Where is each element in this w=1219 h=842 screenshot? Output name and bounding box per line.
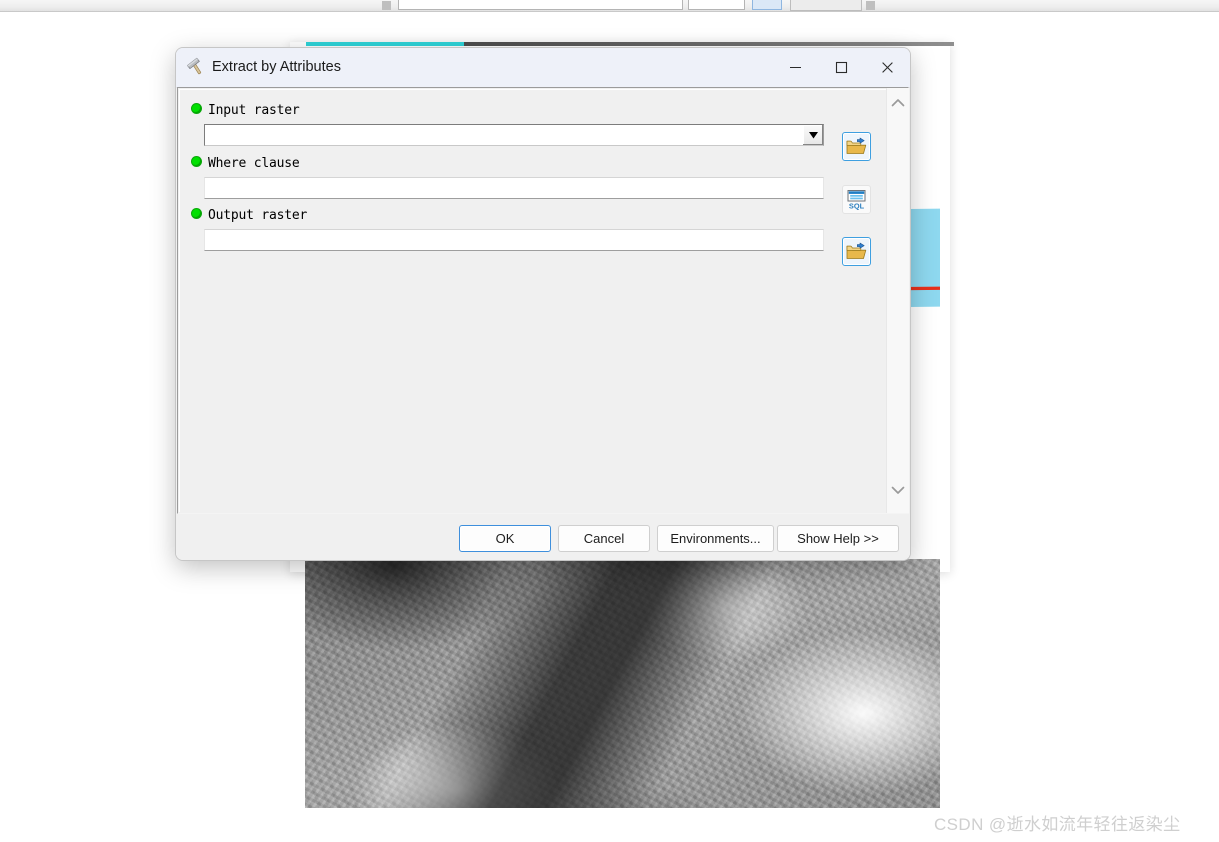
chevron-down-icon: [808, 131, 818, 138]
dem-raster-layer: [305, 559, 940, 808]
chevron-up-icon: [891, 99, 905, 107]
field-input-raster: Input raster: [192, 103, 852, 148]
maximize-button[interactable]: [818, 48, 864, 86]
dialog-content-frame: Input raster Where clause Output raster …: [177, 87, 909, 514]
parameters-panel: Input raster Where clause Output raster …: [179, 89, 886, 512]
hammer-tool-icon: [187, 57, 202, 75]
csdn-watermark: CSDN @逝水如流年轻往返染尘: [934, 815, 1181, 834]
toolbar-highlight-box: [752, 0, 782, 10]
dialog-scrollbar[interactable]: [886, 88, 909, 513]
dialog-title: Extract by Attributes: [212, 59, 341, 75]
scrollbar-down-button[interactable]: [887, 479, 909, 501]
field-label-input-raster: Input raster: [192, 103, 852, 118]
output-raster-browse-button[interactable]: [842, 237, 871, 266]
dialog-titlebar: Extract by Attributes: [176, 48, 910, 88]
scrollbar-up-button[interactable]: [887, 92, 909, 114]
field-where-clause: Where clause: [192, 156, 852, 201]
toolbar-combo-left: [398, 0, 683, 10]
extract-by-attributes-dialog[interactable]: Extract by Attributes Input raster Where…: [176, 48, 910, 560]
close-icon: [881, 61, 893, 73]
chevron-down-icon: [891, 486, 905, 494]
output-raster-textbox[interactable]: [204, 229, 824, 251]
minimize-button[interactable]: [772, 48, 818, 86]
field-label-where-clause: Where clause: [192, 156, 852, 171]
toolbar-combo-mid: [688, 0, 745, 10]
where-clause-textbox[interactable]: [204, 177, 824, 199]
field-label-output-raster: Output raster: [192, 208, 852, 223]
required-dot-icon: [192, 157, 201, 166]
required-dot-icon: [192, 209, 201, 218]
browse-folder-icon: [846, 242, 867, 259]
toolbar-caret-right: [866, 1, 875, 10]
sql-icon-label: SQL: [849, 202, 865, 210]
where-clause-input[interactable]: [205, 178, 823, 198]
toolbar-button: [790, 0, 862, 11]
ok-button[interactable]: OK: [459, 525, 551, 552]
field-output-raster: Output raster: [192, 208, 852, 253]
cancel-button[interactable]: Cancel: [558, 525, 650, 552]
dialog-footer: OK Cancel Environments... Show Help >>: [176, 515, 910, 560]
browse-folder-icon: [846, 137, 867, 154]
input-raster-input[interactable]: [205, 125, 802, 145]
close-button[interactable]: [864, 48, 910, 86]
output-raster-input[interactable]: [205, 230, 823, 250]
input-raster-dropdown-button[interactable]: [802, 125, 823, 145]
minimize-icon: [789, 66, 801, 68]
sql-query-builder-icon: SQL: [847, 190, 866, 210]
toolbar-caret-left: [382, 1, 391, 10]
maximize-icon: [835, 61, 847, 73]
where-clause-sql-button[interactable]: SQL: [842, 185, 871, 214]
input-raster-browse-button[interactable]: [842, 132, 871, 161]
show-help-button[interactable]: Show Help >>: [777, 525, 899, 552]
background-toolbar-strip: [0, 0, 1219, 12]
input-raster-combobox[interactable]: [204, 124, 824, 146]
required-dot-icon: [192, 104, 201, 113]
environments-button[interactable]: Environments...: [657, 525, 774, 552]
